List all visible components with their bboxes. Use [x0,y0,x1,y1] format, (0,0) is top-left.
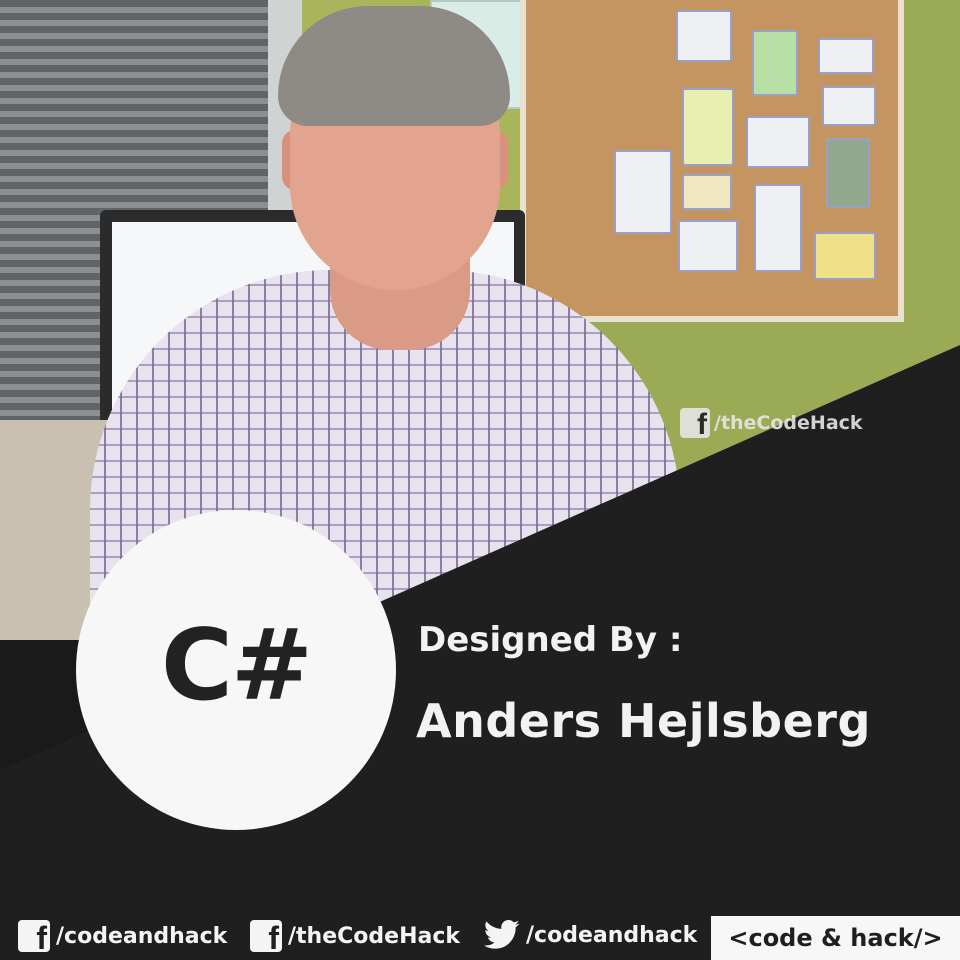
conference-badge [682,174,732,210]
conference-badge [752,30,798,96]
cork-board [520,0,904,322]
facebook-icon: f [18,920,50,952]
designer-name: Anders Hejlsberg [416,694,871,748]
twitter-icon [484,920,520,949]
conference-badge [826,138,870,208]
facebook-icon: f [250,920,282,952]
conference-badge [822,86,876,126]
conference-badge [676,10,732,62]
conference-badge [818,38,874,74]
designed-by-label: Designed By : [418,620,683,660]
footer: f /codeandhack f /theCodeHack /codeandha… [0,916,960,960]
conference-badge [814,232,876,280]
language-logo: C# [76,510,396,830]
footer-link-facebook-thecodehack[interactable]: f /theCodeHack [250,920,460,952]
facebook-icon: f [680,408,710,438]
watermark: f /theCodeHack [680,408,863,438]
logo-text: C# [160,609,313,723]
watermark-handle: /theCodeHack [714,412,863,434]
footer-handle: /codeandhack [56,923,228,949]
brand-logo: <code & hack/> [711,916,960,960]
conference-badge [682,88,734,166]
footer-handle: /theCodeHack [288,923,460,949]
person-hair [278,6,510,126]
conference-badge [678,220,738,272]
conference-badge [614,150,672,234]
footer-link-facebook-codeandhack[interactable]: f /codeandhack [18,920,227,952]
footer-link-twitter-codeandhack[interactable]: /codeandhack [484,920,697,950]
conference-badge [754,184,802,272]
conference-badge [746,116,810,168]
poster: f /theCodeHack C# Designed By : Anders H… [0,0,960,960]
footer-handle: /codeandhack [526,922,698,948]
